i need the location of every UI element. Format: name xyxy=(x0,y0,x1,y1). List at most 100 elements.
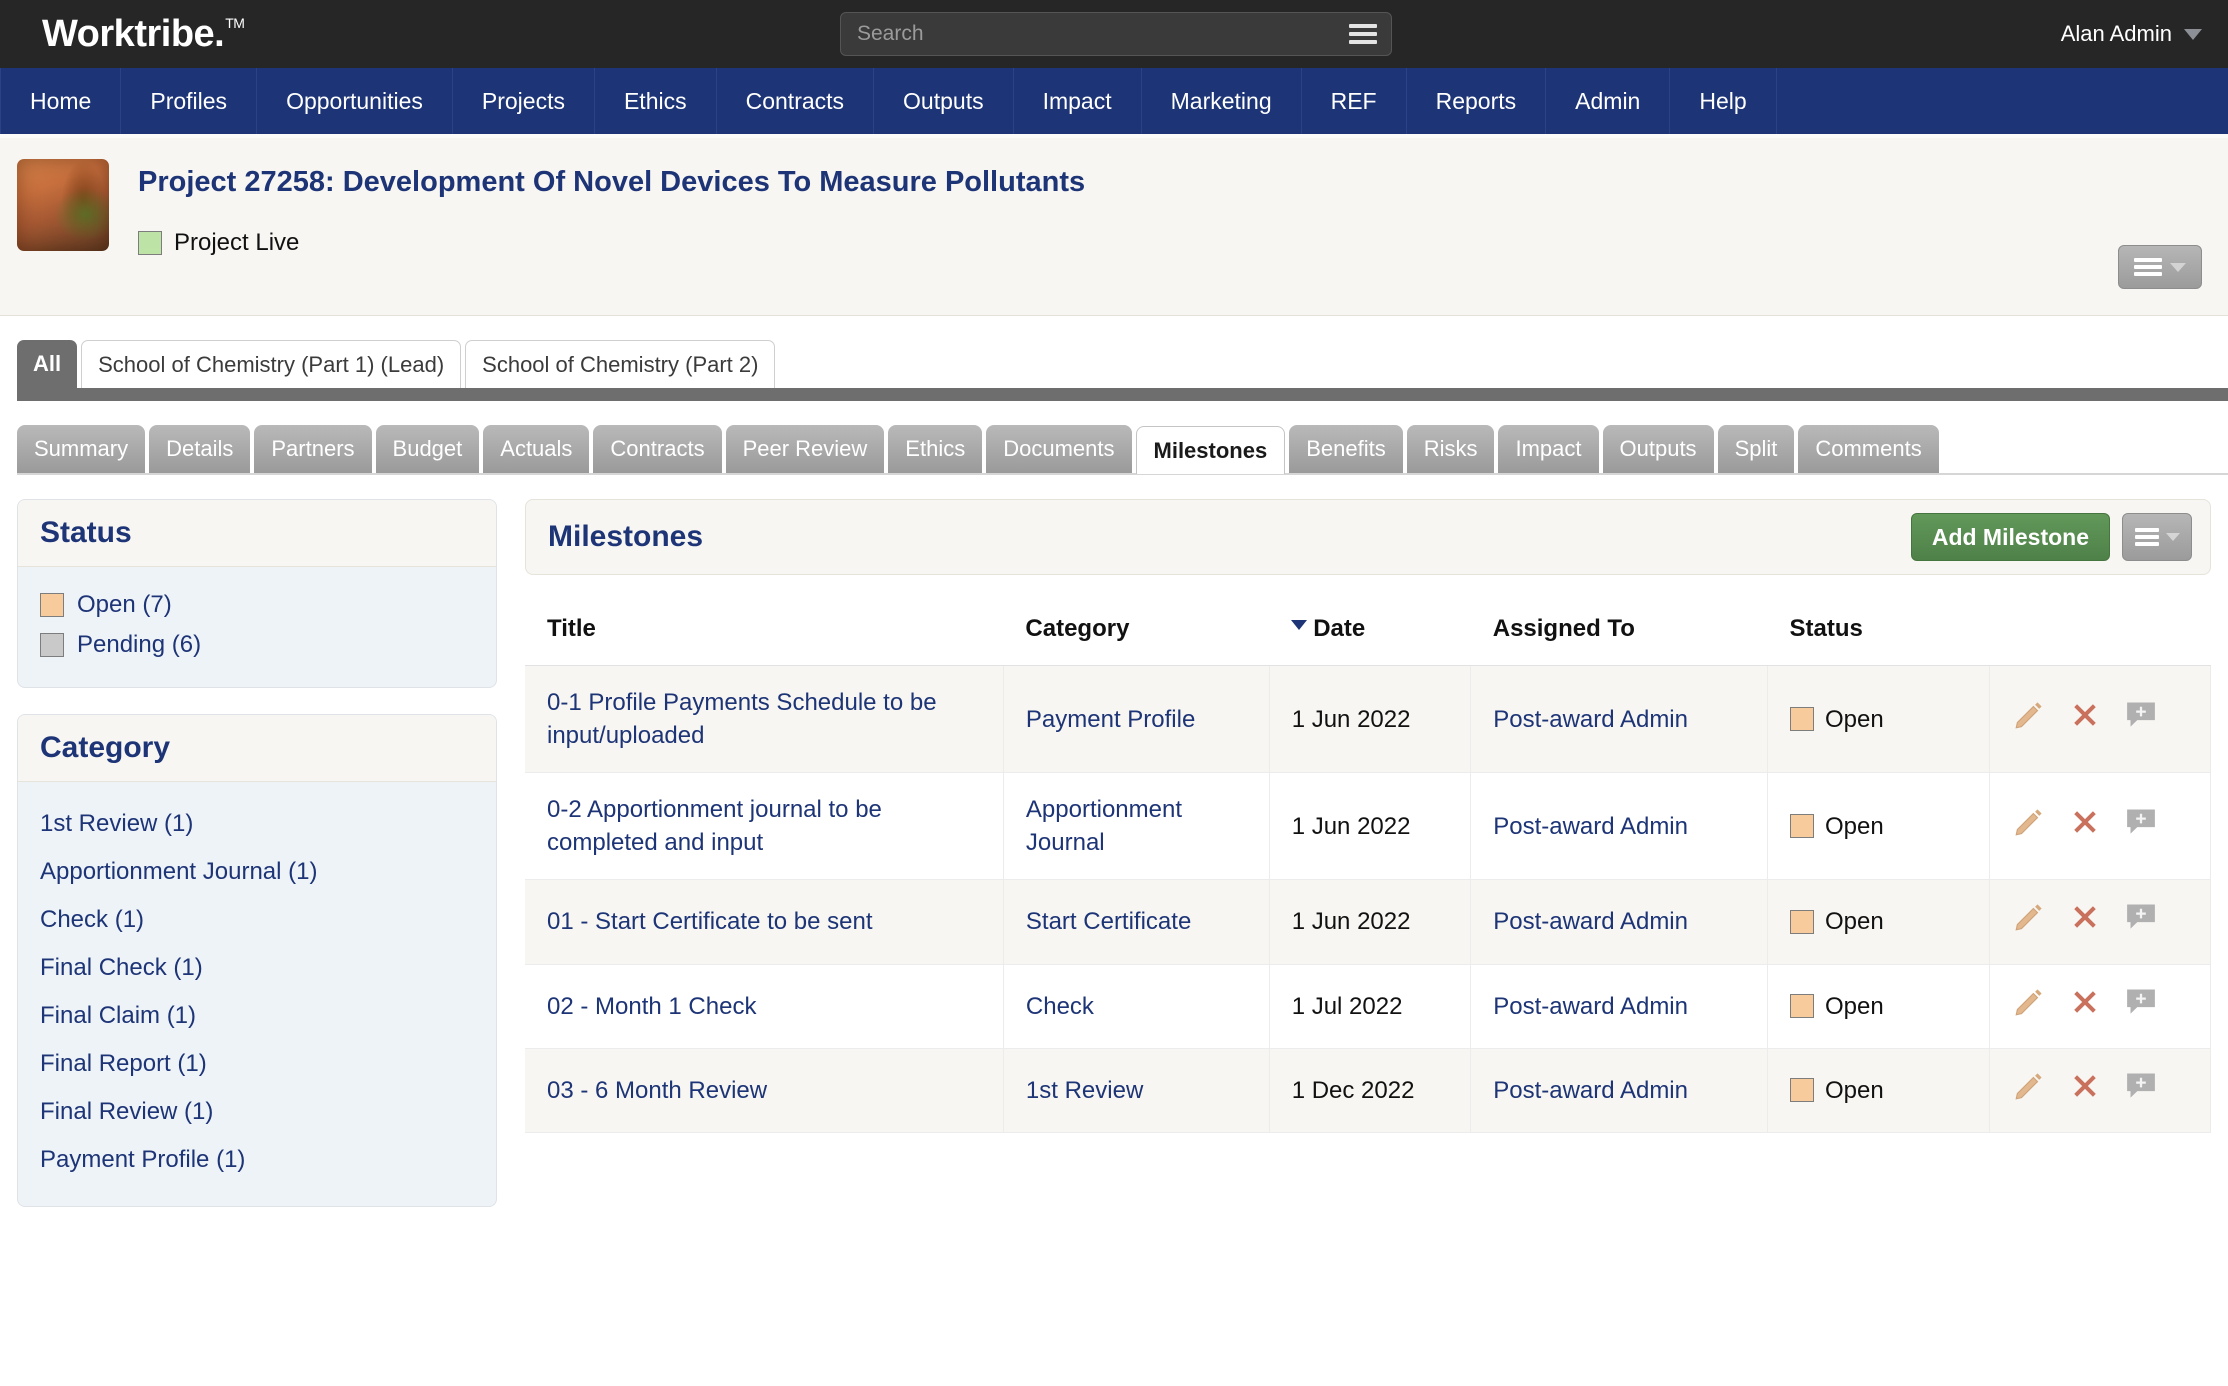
tab-peer-review[interactable]: Peer Review xyxy=(725,425,885,473)
tab-details[interactable]: Details xyxy=(149,425,251,473)
chevron-down-icon xyxy=(2170,262,2186,272)
user-name: Alan Admin xyxy=(2060,21,2172,46)
category-filter-item[interactable]: 1st Review (1) xyxy=(40,800,474,848)
main-navigation: Home Profiles Opportunities Projects Ethics C… xyxy=(0,68,2228,138)
tab-impact[interactable]: Impact xyxy=(1498,425,1599,473)
tab-benefits[interactable]: Benefits xyxy=(1289,425,1403,473)
nav-item-profiles[interactable]: Profiles xyxy=(121,68,258,134)
cell-title[interactable]: 02 - Month 1 Check xyxy=(525,964,1004,1049)
nav-item-help[interactable]: Help xyxy=(1670,68,1777,134)
add-comment-icon[interactable] xyxy=(2124,1069,2158,1112)
tab-outputs[interactable]: Outputs xyxy=(1602,425,1714,473)
cell-category[interactable]: Apportionment Journal xyxy=(1003,772,1270,881)
global-search[interactable] xyxy=(840,12,1392,56)
add-comment-icon[interactable] xyxy=(2124,698,2158,741)
cell-category[interactable]: Payment Profile xyxy=(1003,665,1270,774)
cell-title[interactable]: 03 - 6 Month Review xyxy=(525,1048,1004,1133)
edit-icon[interactable] xyxy=(2012,900,2046,943)
status-swatch-icon xyxy=(1790,707,1815,732)
delete-icon[interactable] xyxy=(2068,805,2102,848)
part-tab-0[interactable]: All xyxy=(17,340,78,388)
cell-status: Open xyxy=(1767,879,1990,965)
tab-ethics[interactable]: Ethics xyxy=(888,425,983,473)
tab-split[interactable]: Split xyxy=(1717,425,1795,473)
add-comment-icon[interactable] xyxy=(2124,900,2158,943)
tab-summary[interactable]: Summary xyxy=(17,425,146,473)
add-milestone-button[interactable]: Add Milestone xyxy=(1910,513,2110,561)
delete-icon[interactable] xyxy=(2068,698,2102,741)
nav-item-projects[interactable]: Projects xyxy=(453,68,595,134)
category-filter-item[interactable]: Payment Profile (1) xyxy=(40,1136,474,1184)
edit-icon[interactable] xyxy=(2012,1069,2046,1112)
nav-item-home[interactable]: Home xyxy=(0,68,122,134)
cell-title[interactable]: 0-2 Apportionment journal to be complete… xyxy=(525,772,1004,881)
add-comment-icon[interactable] xyxy=(2124,805,2158,848)
section-tabs-section: Summary Details Partners Budget Actuals Contr… xyxy=(0,401,2228,475)
category-filter-item[interactable]: Final Review (1) xyxy=(40,1088,474,1136)
category-filter-item[interactable]: Final Report (1) xyxy=(40,1040,474,1088)
delete-icon[interactable] xyxy=(2068,1069,2102,1112)
cell-category[interactable]: Start Certificate xyxy=(1003,879,1270,965)
edit-icon[interactable] xyxy=(2012,985,2046,1028)
nav-item-admin[interactable]: Admin xyxy=(1546,68,1671,134)
cell-title[interactable]: 0-1 Profile Payments Schedule to be inpu… xyxy=(525,665,1004,774)
nav-item-marketing[interactable]: Marketing xyxy=(1142,68,1302,134)
nav-item-reports[interactable]: Reports xyxy=(1407,68,1547,134)
category-filter-list: 1st Review (1) Apportionment Journal (1) C… xyxy=(18,782,496,1206)
nav-item-contracts[interactable]: Contracts xyxy=(717,68,875,134)
search-options-icon[interactable] xyxy=(1349,24,1377,44)
column-header-assigned-to[interactable]: Assigned To xyxy=(1470,601,1768,666)
delete-icon[interactable] xyxy=(2068,900,2102,943)
part-tab-1[interactable]: School of Chemistry (Part 1) (Lead) xyxy=(81,340,462,388)
tab-partners[interactable]: Partners xyxy=(254,425,372,473)
tab-budget[interactable]: Budget xyxy=(375,425,480,473)
delete-icon[interactable] xyxy=(2068,985,2102,1028)
column-header-status[interactable]: Status xyxy=(1767,601,1989,666)
nav-item-ethics[interactable]: Ethics xyxy=(595,68,717,134)
cell-category[interactable]: Check xyxy=(1003,964,1270,1049)
status-swatch-icon xyxy=(1790,909,1815,934)
cell-assigned-to[interactable]: Post-award Admin xyxy=(1470,1048,1769,1133)
status-filter-item[interactable]: Pending (6) xyxy=(40,625,474,665)
status-swatch-icon xyxy=(138,230,162,255)
edit-icon[interactable] xyxy=(2012,805,2046,848)
column-header-date[interactable]: Date xyxy=(1269,601,1471,666)
cell-assigned-to[interactable]: Post-award Admin xyxy=(1470,772,1769,881)
status-filter-item[interactable]: Open (7) xyxy=(40,585,474,625)
category-filter-item[interactable]: Apportionment Journal (1) xyxy=(40,848,474,896)
part-tab-2[interactable]: School of Chemistry (Part 2) xyxy=(465,340,776,388)
edit-icon[interactable] xyxy=(2012,698,2046,741)
cell-category[interactable]: 1st Review xyxy=(1003,1048,1270,1133)
search-input[interactable] xyxy=(855,21,1349,47)
column-header-title[interactable]: Title xyxy=(525,601,1004,666)
status-filter-label: Pending (6) xyxy=(77,631,202,658)
category-filter-item[interactable]: Check (1) xyxy=(40,896,474,944)
cell-assigned-to[interactable]: Post-award Admin xyxy=(1470,964,1769,1049)
part-tabs: All School of Chemistry (Part 1) (Lead) Sc… xyxy=(17,340,2228,388)
cell-assigned-to[interactable]: Post-award Admin xyxy=(1470,665,1769,774)
user-menu[interactable]: Alan Admin xyxy=(2061,0,2202,68)
milestones-table-head: Title Category Date Assigned To Status xyxy=(525,601,2211,666)
category-filter-item[interactable]: Final Claim (1) xyxy=(40,992,474,1040)
tab-actuals[interactable]: Actuals xyxy=(483,425,590,473)
category-filter-panel: Category 1st Review (1) Apportionment Jou… xyxy=(17,714,497,1207)
column-header-category[interactable]: Category xyxy=(1003,601,1270,666)
nav-item-opportunities[interactable]: Opportunities xyxy=(257,68,453,134)
nav-item-outputs[interactable]: Outputs xyxy=(874,68,1014,134)
app-logo[interactable]: Worktribe.TM xyxy=(42,13,245,56)
milestones-options-menu-button[interactable] xyxy=(2122,513,2192,561)
nav-item-ref[interactable]: REF xyxy=(1302,68,1407,134)
tab-risks[interactable]: Risks xyxy=(1406,425,1495,473)
project-actions-menu-button[interactable] xyxy=(2118,245,2202,289)
tab-comments[interactable]: Comments xyxy=(1798,425,1939,473)
tab-milestones[interactable]: Milestones xyxy=(1135,426,1286,474)
tab-documents[interactable]: Documents xyxy=(986,425,1132,473)
tab-contracts[interactable]: Contracts xyxy=(593,425,722,473)
cell-assigned-to[interactable]: Post-award Admin xyxy=(1470,879,1769,965)
status-filter-panel: Status Open (7) Pending (6) xyxy=(17,499,497,688)
page-title[interactable]: Project 27258: Development Of Novel Devi… xyxy=(138,166,1085,199)
cell-title[interactable]: 01 - Start Certificate to be sent xyxy=(525,879,1004,965)
add-comment-icon[interactable] xyxy=(2124,985,2158,1028)
nav-item-impact[interactable]: Impact xyxy=(1014,68,1142,134)
category-filter-item[interactable]: Final Check (1) xyxy=(40,944,474,992)
